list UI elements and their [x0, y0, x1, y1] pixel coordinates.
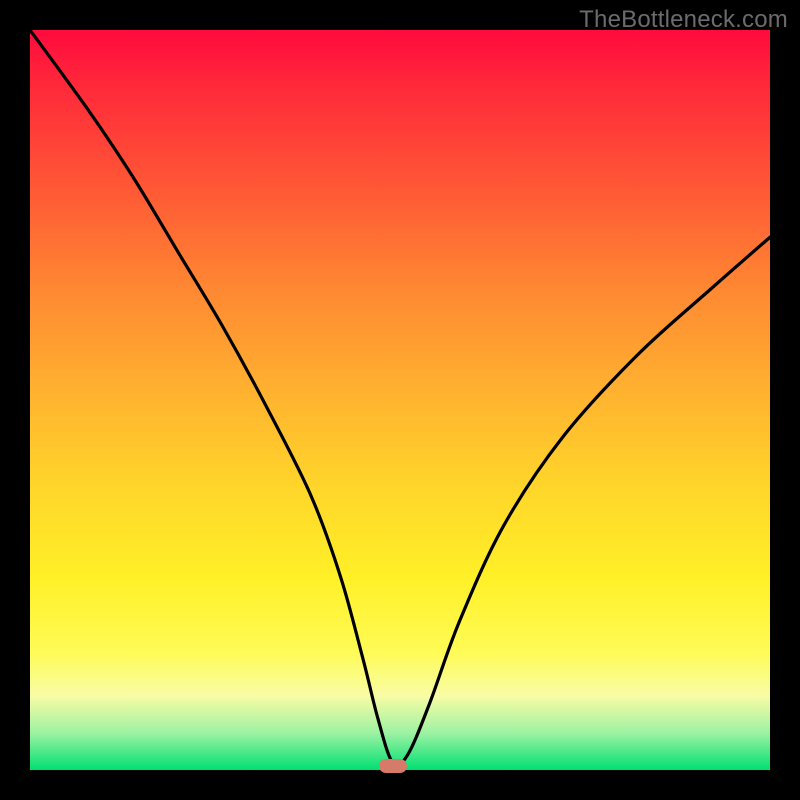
chart-frame: TheBottleneck.com [0, 0, 800, 800]
watermark-label: TheBottleneck.com [579, 6, 788, 34]
plot-area [30, 30, 770, 770]
curve-path [30, 30, 770, 766]
optimal-marker [379, 759, 407, 773]
bottleneck-curve [30, 30, 770, 770]
